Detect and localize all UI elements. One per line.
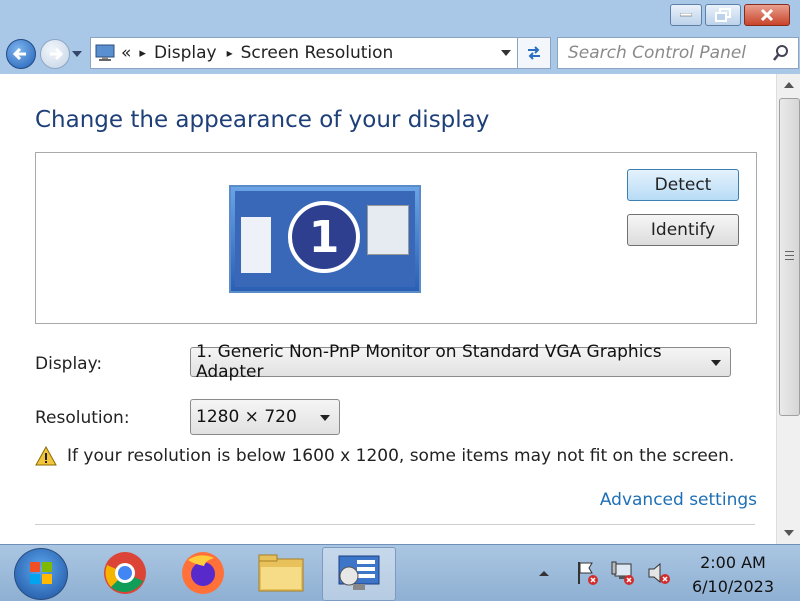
display-label: Display: (35, 354, 103, 374)
back-button[interactable] (6, 39, 36, 69)
grip-line (785, 251, 794, 252)
scroll-up-arrow[interactable] (784, 82, 794, 88)
arrow-right-icon (50, 47, 64, 61)
monitor-arrangement-panel: 1 Detect Identify (35, 152, 757, 324)
file-explorer-taskbar-button[interactable] (248, 547, 314, 599)
show-hidden-icons-icon[interactable] (538, 569, 550, 577)
scroll-thumb[interactable] (779, 98, 800, 416)
clock-date: 6/10/2023 (691, 577, 774, 596)
control-panel-taskbar-button[interactable] (322, 547, 396, 601)
main-content: Change the appearance of your display 1 … (0, 74, 776, 544)
taskbar: 2:00 AM 6/10/2023 (0, 544, 800, 601)
refresh-button[interactable] (517, 37, 551, 69)
page-title: Change the appearance of your display (35, 107, 490, 133)
advanced-settings-link[interactable]: Advanced settings (600, 490, 757, 510)
navigation-bar: « ▸ Display ▸ Screen Resolution (0, 34, 800, 74)
title-bar (0, 0, 800, 34)
divider (35, 524, 755, 525)
chevron-down-icon (320, 415, 330, 421)
monitor-screen: 1 (235, 191, 415, 287)
detect-button[interactable]: Detect (627, 169, 739, 201)
scroll-down-arrow[interactable] (784, 530, 794, 536)
clock-time: 2:00 AM (700, 553, 766, 572)
minimize-icon (680, 13, 692, 17)
restore-icon (715, 8, 731, 22)
search-icon[interactable] (772, 44, 790, 62)
firefox-icon (182, 552, 224, 594)
search-box[interactable] (557, 37, 799, 69)
restore-button[interactable] (705, 4, 741, 26)
file-explorer-icon (258, 554, 304, 592)
breadcrumb-display[interactable]: Display (154, 43, 217, 63)
forward-button[interactable] (40, 39, 70, 69)
breadcrumb-overflow[interactable]: « (121, 43, 131, 63)
control-panel-icon (338, 555, 380, 590)
start-button[interactable] (14, 548, 68, 600)
refresh-icon (528, 46, 540, 60)
control-panel-icon (95, 44, 115, 61)
volume-muted-icon[interactable] (646, 560, 672, 586)
network-icon[interactable] (610, 560, 636, 586)
display-select[interactable]: 1. Generic Non-PnP Monitor on Standard V… (190, 342, 731, 382)
identify-button[interactable]: Identify (627, 214, 739, 246)
windows-logo-icon (30, 562, 52, 584)
address-bar[interactable]: « ▸ Display ▸ Screen Resolution (90, 37, 518, 69)
chevron-right-icon[interactable]: ▸ (227, 46, 233, 60)
action-center-flag-icon[interactable] (574, 560, 600, 586)
warning-icon (35, 446, 57, 466)
monitor-number: 1 (288, 201, 360, 273)
warning-text: If your resolution is below 1600 x 1200,… (67, 446, 735, 466)
chevron-right-icon[interactable]: ▸ (139, 46, 146, 61)
grip-line (785, 259, 794, 260)
address-dropdown[interactable] (501, 50, 511, 56)
monitor-window-graphic (367, 205, 409, 255)
chrome-taskbar-button[interactable] (92, 547, 158, 599)
close-icon (760, 8, 774, 22)
resolution-warning: If your resolution is below 1600 x 1200,… (35, 446, 734, 466)
search-input[interactable] (566, 38, 770, 68)
display-select-value: 1. Generic Non-PnP Monitor on Standard V… (196, 342, 662, 382)
resolution-select[interactable]: 1280 × 720 (190, 399, 340, 435)
arrow-left-icon (12, 47, 26, 61)
close-button[interactable] (744, 4, 790, 26)
monitor-window-graphic (241, 217, 271, 273)
breadcrumb-screen-resolution[interactable]: Screen Resolution (241, 43, 394, 63)
chrome-icon (104, 552, 146, 594)
minimize-button[interactable] (670, 4, 702, 26)
vertical-scrollbar[interactable] (776, 74, 800, 544)
monitor-1-thumbnail[interactable]: 1 (229, 185, 421, 293)
clock[interactable]: 2:00 AM 6/10/2023 (692, 551, 774, 599)
window-controls (667, 4, 790, 26)
resolution-label: Resolution: (35, 408, 130, 428)
recent-pages-dropdown[interactable] (72, 51, 82, 57)
resolution-select-value: 1280 × 720 (196, 407, 297, 427)
firefox-taskbar-button[interactable] (170, 547, 236, 599)
chevron-down-icon (711, 360, 721, 366)
grip-line (785, 255, 794, 256)
